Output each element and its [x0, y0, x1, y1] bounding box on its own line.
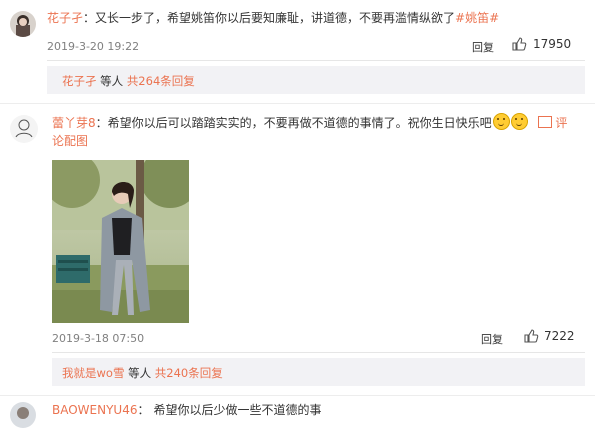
like-count: 17950	[533, 37, 572, 51]
comment-text-line: 花子孑：又长一步了，希望姚笛你以后要知廉耻，讲道德，不要再滥情纵欲了#姚笛#	[47, 10, 499, 26]
replies-summary: 我就是wo雪 等人 共240条回复	[52, 358, 585, 386]
divider	[0, 395, 595, 396]
divider	[52, 352, 585, 353]
view-replies-link[interactable]: 共240条回复	[155, 366, 223, 380]
comment-text-line: BAOWENYU46： 希望你以后少做一些不道德的事	[52, 402, 322, 418]
comment-timestamp: 2019-3-20 19:22	[47, 40, 140, 53]
reply-username[interactable]: 花子孑	[62, 74, 97, 88]
like-button[interactable]: 17950	[511, 36, 571, 52]
comment-username[interactable]: 蕾丫芽8	[52, 116, 96, 130]
reply-username[interactable]: 我就是wo雪	[62, 366, 124, 380]
avatar[interactable]	[10, 11, 36, 37]
hashtag-link[interactable]: #姚笛#	[455, 11, 499, 25]
comment-text-line: 论配图	[52, 133, 88, 149]
reply-mid-text: 等人	[100, 74, 124, 88]
comment-image[interactable]	[52, 160, 189, 323]
thumbs-up-icon	[523, 328, 539, 344]
smile-emoji-icon	[492, 113, 510, 130]
comment-text-line: 蕾丫芽8：希望你以后可以踏踏实实的，不要再做不道德的事情了。祝你生日快乐吧 评	[52, 113, 567, 131]
comment-timestamp: 2019-3-18 07:50	[52, 332, 145, 345]
view-replies-link[interactable]: 共264条回复	[127, 74, 195, 88]
comment-image-link-cont[interactable]: 论配图	[52, 134, 88, 148]
comment-separator: ：	[83, 11, 96, 25]
divider	[47, 60, 585, 61]
comment-text: 希望你以后少做一些不道德的事	[153, 403, 322, 417]
comment-text: 又长一步了，希望姚笛你以后要知廉耻，讲道德，不要再滥情纵欲了	[95, 11, 456, 25]
comment-separator: ：	[95, 116, 108, 130]
reply-label: 回复	[481, 333, 503, 346]
reply-label: 回复	[472, 41, 494, 54]
comment-separator: ：	[137, 403, 150, 417]
avatar[interactable]	[10, 402, 36, 428]
like-count: 7222	[544, 329, 575, 343]
comment-text: 希望你以后可以踏踏实实的，不要再做不道德的事情了。祝你生日快乐吧	[107, 116, 492, 130]
reply-mid-text: 等人	[128, 366, 152, 380]
reply-button[interactable]: 回复	[472, 39, 494, 55]
image-icon	[537, 116, 552, 128]
comment-username[interactable]: 花子孑	[47, 11, 83, 25]
avatar[interactable]	[10, 115, 38, 143]
reply-button[interactable]: 回复	[481, 331, 503, 347]
replies-summary: 花子孑 等人 共264条回复	[47, 66, 585, 94]
divider	[0, 103, 595, 104]
like-button[interactable]: 7222	[523, 328, 575, 344]
comment-image-link[interactable]: 评	[555, 116, 567, 130]
smile-emoji-icon	[510, 113, 528, 130]
comment-username[interactable]: BAOWENYU46	[52, 403, 137, 417]
thumbs-up-icon	[511, 36, 527, 52]
